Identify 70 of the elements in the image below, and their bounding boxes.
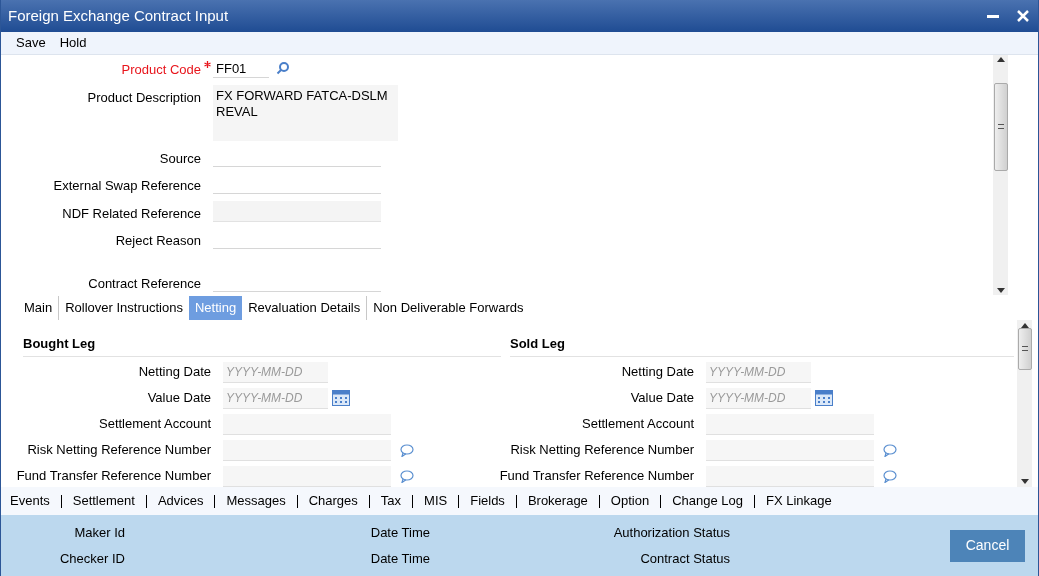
input-field[interactable]: [706, 413, 874, 435]
date-field[interactable]: YYYY-MM-DD: [223, 361, 328, 383]
speech-bubble-icon[interactable]: [883, 443, 897, 457]
field-label: Netting Date: [620, 363, 694, 382]
input-field[interactable]: [223, 465, 391, 487]
tab[interactable]: Revaluation Details: [242, 296, 368, 320]
required-icon[interactable]: [204, 61, 211, 68]
field-label: External Swap Reference: [53, 177, 201, 195]
field-label: NDF Related Reference: [62, 204, 201, 223]
field-label: Value Date: [146, 389, 211, 408]
input-field[interactable]: [223, 439, 391, 461]
section-heading: Sold Leg: [510, 335, 566, 353]
scroll-down-icon[interactable]: [1020, 479, 1029, 484]
footer-link[interactable]: Fields: [470, 491, 505, 511]
date-field[interactable]: YYYY-MM-DD: [706, 387, 811, 409]
field-label: Product Description: [87, 88, 201, 107]
field-label: Settlement Account: [98, 415, 211, 434]
cancel-button[interactable]: Cancel: [950, 529, 1025, 562]
audit-label: Authorization Status: [612, 523, 730, 542]
field-label: Risk Netting Reference Number: [509, 441, 694, 460]
footer-link[interactable]: Settlement: [72, 491, 135, 511]
field-label: Fund Transfer Reference Number: [15, 467, 211, 486]
footer-link[interactable]: Tax: [380, 491, 402, 511]
footer-link[interactable]: Change Log: [672, 491, 743, 511]
search-icon[interactable]: [276, 60, 290, 75]
speech-bubble-icon[interactable]: [400, 443, 414, 457]
scrollbar[interactable]: [1017, 320, 1032, 487]
tab[interactable]: Main: [18, 296, 60, 320]
date-field[interactable]: YYYY-MM-DD: [706, 361, 811, 383]
footer-link[interactable]: Charges: [308, 491, 358, 511]
field-label: Product Code: [121, 61, 201, 79]
tab[interactable]: Non Deliverable Forwards: [367, 296, 530, 320]
scrollbar[interactable]: [993, 55, 1008, 295]
window-title: Foreign Exchange Contract Input: [8, 5, 230, 26]
toolbar-button[interactable]: Save: [9, 32, 53, 54]
input-field[interactable]: [706, 439, 874, 461]
date-field[interactable]: YYYY-MM-DD: [223, 387, 328, 409]
tab[interactable]: Rollover Instructions: [59, 296, 189, 320]
input-field[interactable]: FF01: [213, 57, 269, 78]
audit-label: Date Time: [369, 523, 430, 542]
footer-link[interactable]: Advices: [157, 491, 204, 511]
footer-link[interactable]: Messages: [226, 491, 286, 511]
scroll-down-icon[interactable]: [996, 287, 1005, 293]
field-label: Source: [159, 149, 201, 168]
section-heading: Bought Leg: [23, 335, 97, 353]
field-label: Settlement Account: [581, 415, 694, 434]
field-label: Reject Reason: [115, 232, 201, 250]
field-label: Fund Transfer Reference Number: [498, 467, 694, 486]
input-field[interactable]: [223, 413, 391, 435]
footer-link[interactable]: Option: [610, 491, 650, 511]
scroll-up-icon[interactable]: [996, 57, 1005, 62]
audit-label: Contract Status: [639, 550, 730, 568]
calendar-icon[interactable]: [815, 390, 833, 406]
footer-link[interactable]: MIS: [424, 491, 448, 511]
audit-label: Maker Id: [73, 523, 125, 542]
text-area[interactable]: FX FORWARD FATCA-DSLM REVAL: [213, 84, 398, 141]
toolbar-button[interactable]: Hold: [52, 32, 94, 54]
field-label: Contract Reference: [88, 274, 201, 293]
calendar-icon[interactable]: [332, 390, 350, 406]
audit-label: Date Time: [369, 550, 430, 568]
speech-bubble-icon[interactable]: [883, 469, 897, 483]
footer-link[interactable]: Brokerage: [527, 491, 588, 511]
footer-link[interactable]: FX Linkage: [766, 491, 832, 511]
field-label: Value Date: [629, 389, 694, 408]
field-label: Netting Date: [137, 363, 211, 382]
audit-label: Checker ID: [58, 550, 125, 568]
field-label: Risk Netting Reference Number: [26, 441, 211, 460]
footer-link[interactable]: Events: [10, 491, 50, 511]
speech-bubble-icon[interactable]: [400, 469, 414, 483]
input-field[interactable]: [706, 465, 874, 487]
